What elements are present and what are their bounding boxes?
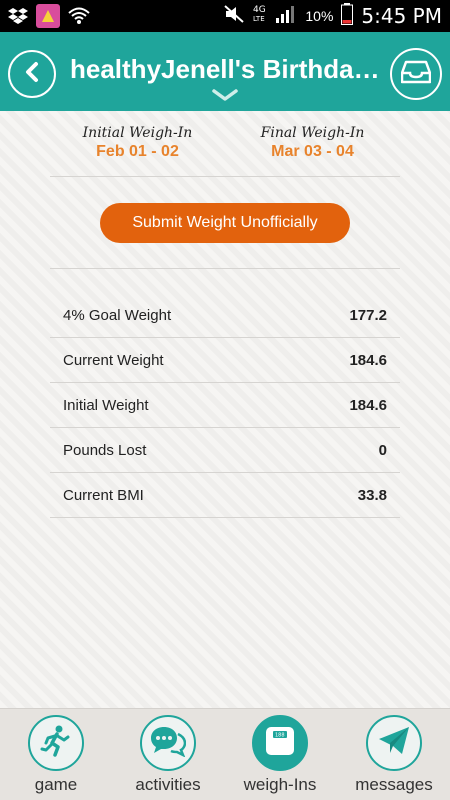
header-bar: healthyJenell's Birthda… (0, 32, 450, 111)
stat-row-goal-weight: 4% Goal Weight 177.2 (50, 293, 400, 338)
svg-text:4G: 4G (253, 5, 266, 15)
stat-label: 4% Goal Weight (63, 306, 172, 324)
stat-value: 177.2 (349, 306, 387, 324)
stat-label: Initial Weight (63, 396, 149, 414)
nav-game[interactable]: game (0, 715, 112, 799)
clock-time: 5:45 PM (361, 4, 442, 28)
nav-activities-label: activities (135, 775, 201, 794)
4g-lte-icon: 4G LTE (253, 3, 267, 30)
bottom-nav: game activities 188 weigh-Ins messages (0, 708, 450, 800)
initial-weigh-in-date: Feb 01 - 02 (96, 143, 179, 160)
stat-label: Current Weight (63, 351, 164, 369)
battery-icon (341, 2, 354, 30)
inbox-tray-icon (400, 60, 432, 89)
initial-weigh-in-label: Initial Weigh-In (82, 125, 193, 141)
chevron-down-icon[interactable] (211, 88, 239, 107)
submit-weight-button[interactable]: Submit Weight Unofficially (100, 203, 350, 243)
inbox-button[interactable] (390, 48, 442, 100)
nav-messages-circle[interactable] (366, 715, 422, 771)
page-title: healthyJenell's Birthda… (70, 54, 380, 84)
stat-row-pounds-lost: Pounds Lost 0 (50, 428, 400, 473)
stat-row-current-weight: Current Weight 184.6 (50, 338, 400, 383)
stat-value: 184.6 (349, 396, 387, 414)
scale-icon: 188 (265, 726, 295, 761)
nav-game-label: game (34, 775, 78, 794)
svg-text:LTE: LTE (253, 15, 265, 23)
dropbox-icon (8, 7, 28, 30)
weight-stats-list: 4% Goal Weight 177.2 Current Weight 184.… (50, 293, 400, 518)
stat-label: Pounds Lost (63, 441, 147, 459)
mute-icon (223, 4, 245, 29)
final-weigh-in-label: Final Weigh-In (260, 125, 365, 141)
app-notification-icon (36, 4, 60, 33)
stat-label: Current BMI (63, 486, 144, 504)
wifi-icon (68, 7, 90, 30)
stat-value: 184.6 (349, 351, 387, 369)
chat-bubbles-icon (150, 725, 187, 762)
nav-weigh-ins-label: weigh-Ins (243, 775, 317, 794)
nav-game-circle[interactable] (28, 715, 84, 771)
main-content: Initial Weigh-In Feb 01 - 02 Final Weigh… (0, 111, 450, 708)
nav-weigh-ins[interactable]: 188 weigh-Ins (224, 715, 336, 799)
divider (50, 268, 400, 269)
battery-percent: 10% (305, 8, 334, 24)
nav-activities[interactable]: activities (112, 715, 224, 799)
stat-value: 33.8 (357, 486, 387, 504)
weigh-in-dates: Initial Weigh-In Feb 01 - 02 Final Weigh… (50, 121, 400, 177)
status-bar: 4G LTE 10% 5:45 PM (0, 0, 450, 32)
signal-icon (275, 4, 297, 29)
nav-messages-label: messages (355, 775, 433, 794)
final-weigh-in-date: Mar 03 - 04 (271, 143, 354, 160)
paper-plane-icon (378, 726, 410, 761)
svg-text:188: 188 (275, 732, 285, 738)
stat-row-initial-weight: Initial Weight 184.6 (50, 383, 400, 428)
nav-messages[interactable]: messages (338, 715, 450, 799)
final-weigh-in: Final Weigh-In Mar 03 - 04 (225, 121, 400, 176)
chevron-left-icon (23, 61, 41, 88)
runner-icon (40, 724, 72, 763)
stat-row-current-bmi: Current BMI 33.8 (50, 473, 400, 518)
back-button[interactable] (8, 50, 56, 98)
stat-value: 0 (378, 441, 387, 459)
nav-activities-circle[interactable] (140, 715, 196, 771)
nav-weigh-ins-circle[interactable]: 188 (252, 715, 308, 771)
initial-weigh-in: Initial Weigh-In Feb 01 - 02 (50, 121, 225, 176)
